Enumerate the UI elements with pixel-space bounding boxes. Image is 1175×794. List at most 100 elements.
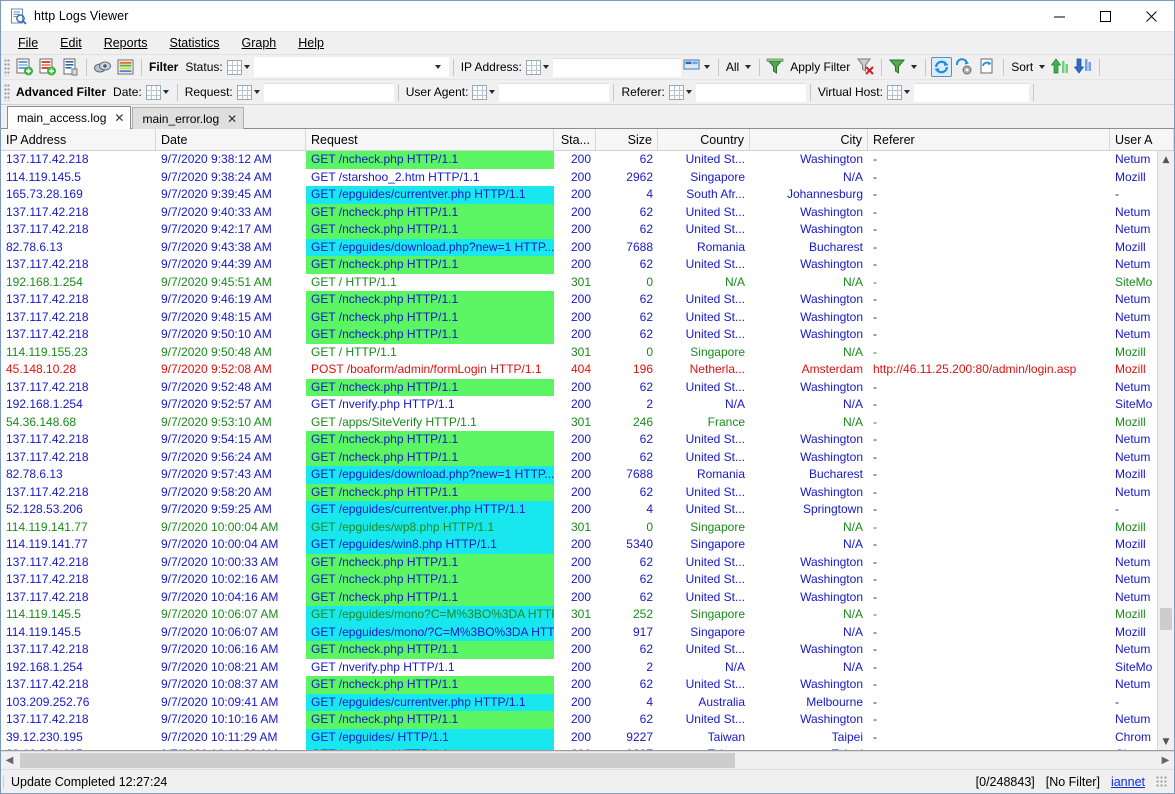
table-row[interactable]: 137.117.42.2189/7/2020 9:40:33 AMGET /nc… (1, 204, 1174, 222)
request-filter-input[interactable] (264, 83, 394, 102)
scroll-up-icon[interactable]: ▲ (1158, 151, 1175, 168)
status-chevron-down-icon[interactable] (244, 65, 250, 69)
add-log-icon[interactable] (14, 57, 35, 77)
table-row[interactable]: 137.117.42.2189/7/2020 9:44:39 AMGET /nc… (1, 256, 1174, 274)
funnel-icon[interactable] (765, 57, 786, 77)
horizontal-scrollbar[interactable]: ◀ ▶ (1, 751, 1174, 769)
advanced-filter-grip[interactable] (4, 84, 10, 101)
virtual-host-grid-icon[interactable] (887, 85, 902, 100)
table-row[interactable]: 114.119.141.779/7/2020 10:00:04 AMGET /e… (1, 519, 1174, 537)
funnel-dropdown-icon[interactable] (887, 57, 908, 77)
list-settings-icon[interactable] (115, 57, 136, 77)
column-header-referer[interactable]: Referer (868, 129, 1110, 150)
user-agent-grid-icon[interactable] (472, 85, 487, 100)
table-row[interactable]: 137.117.42.2189/7/2020 10:04:16 AMGET /n… (1, 589, 1174, 607)
column-header-request[interactable]: Request (306, 129, 554, 150)
table-row[interactable]: 137.117.42.2189/7/2020 9:48:15 AMGET /nc… (1, 309, 1174, 327)
ip-chevron-down-icon[interactable] (543, 65, 549, 69)
user-agent-filter-input[interactable] (499, 83, 609, 102)
table-row[interactable]: 137.117.42.2189/7/2020 10:10:16 AMGET /n… (1, 711, 1174, 729)
vertical-scrollbar[interactable]: ▲ ▼ (1157, 151, 1174, 750)
toolbar-grip[interactable] (4, 59, 10, 76)
tab-main-access-log-close-icon[interactable]: ✕ (114, 111, 124, 125)
close-button[interactable] (1128, 1, 1174, 32)
table-row[interactable]: 52.128.53.2069/7/2020 9:59:25 AMGET /epg… (1, 501, 1174, 519)
maximize-button[interactable] (1082, 1, 1128, 32)
table-row[interactable]: 137.117.42.2189/7/2020 9:52:48 AMGET /nc… (1, 379, 1174, 397)
status-filter-combo[interactable] (254, 57, 449, 77)
user-link[interactable]: iannet (1111, 775, 1145, 789)
status-combo-chevron-icon[interactable] (435, 65, 441, 69)
table-row[interactable]: 82.78.6.139/7/2020 9:57:43 AMGET /epguid… (1, 466, 1174, 484)
selection-chevron-icon[interactable] (704, 65, 710, 69)
remove-log-icon[interactable] (37, 57, 58, 77)
menu-graph[interactable]: Graph (231, 34, 288, 52)
user-agent-chevron-down-icon[interactable] (489, 90, 495, 94)
table-row[interactable]: 137.117.42.2189/7/2020 9:58:20 AMGET /nc… (1, 484, 1174, 502)
status-grid-icon[interactable] (227, 60, 242, 75)
table-row[interactable]: 39.12.230.1959/7/2020 10:11:29 AMGET /ep… (1, 746, 1174, 750)
table-row[interactable]: 45.148.10.289/7/2020 9:52:08 AMPOST /boa… (1, 361, 1174, 379)
horizontal-scroll-track[interactable] (18, 752, 1157, 769)
sort-ascending-icon[interactable] (1050, 57, 1071, 77)
referer-chevron-down-icon[interactable] (686, 90, 692, 94)
column-header-size[interactable]: Size (596, 129, 658, 150)
apply-filter-label[interactable]: Apply Filter (790, 60, 850, 74)
table-row[interactable]: 137.117.42.2189/7/2020 9:56:24 AMGET /nc… (1, 449, 1174, 467)
refresh-icon[interactable] (931, 57, 952, 77)
table-row[interactable]: 192.168.1.2549/7/2020 9:52:57 AMGET /nve… (1, 396, 1174, 414)
menu-help[interactable]: Help (287, 34, 335, 52)
table-row[interactable]: 137.117.42.2189/7/2020 10:06:16 AMGET /n… (1, 641, 1174, 659)
column-header-city[interactable]: City (750, 129, 868, 150)
column-header-user-agent[interactable]: User A (1110, 129, 1174, 150)
table-row[interactable]: 114.119.145.59/7/2020 9:38:24 AMGET /sta… (1, 169, 1174, 187)
sort-chevron-down-icon[interactable] (1039, 65, 1045, 69)
column-header-status[interactable]: Sta... (554, 129, 596, 150)
table-row[interactable]: 137.117.42.2189/7/2020 9:42:17 AMGET /nc… (1, 221, 1174, 239)
table-row[interactable]: 103.209.252.769/7/2020 10:09:41 AMGET /e… (1, 694, 1174, 712)
log-properties-icon[interactable] (60, 57, 81, 77)
horizontal-scroll-thumb[interactable] (20, 753, 735, 768)
view-icon[interactable] (92, 57, 113, 77)
table-row[interactable]: 114.119.141.779/7/2020 10:00:04 AMGET /e… (1, 536, 1174, 554)
minimize-button[interactable] (1036, 1, 1082, 32)
date-grid-icon[interactable] (146, 85, 161, 100)
clear-funnel-icon[interactable] (855, 57, 876, 77)
table-row[interactable]: 137.117.42.2189/7/2020 9:38:12 AMGET /nc… (1, 151, 1174, 169)
virtual-host-filter-input[interactable] (914, 83, 1029, 102)
referer-filter-input[interactable] (696, 83, 806, 102)
ip-address-input[interactable] (553, 58, 681, 77)
table-row[interactable]: 114.119.145.59/7/2020 10:06:07 AMGET /ep… (1, 606, 1174, 624)
menu-reports[interactable]: Reports (93, 34, 159, 52)
table-row[interactable]: 165.73.28.1699/7/2020 9:39:45 AMGET /epg… (1, 186, 1174, 204)
referer-grid-icon[interactable] (669, 85, 684, 100)
table-row[interactable]: 82.78.6.139/7/2020 9:43:38 AMGET /epguid… (1, 239, 1174, 257)
table-row[interactable]: 192.168.1.2549/7/2020 10:08:21 AMGET /nv… (1, 659, 1174, 677)
menu-statistics[interactable]: Statistics (158, 34, 230, 52)
scroll-left-icon[interactable]: ◀ (1, 752, 18, 769)
refresh-settings-icon[interactable] (954, 57, 975, 77)
resize-grip-icon[interactable] (1156, 776, 1168, 788)
scroll-right-icon[interactable]: ▶ (1157, 752, 1174, 769)
table-row[interactable]: 54.36.148.689/7/2020 9:53:10 AMGET /apps… (1, 414, 1174, 432)
all-dropdown-label[interactable]: All (726, 60, 739, 74)
page-refresh-icon[interactable] (977, 57, 998, 77)
table-row[interactable]: 192.168.1.2549/7/2020 9:45:51 AMGET / HT… (1, 274, 1174, 292)
table-row[interactable]: 137.117.42.2189/7/2020 9:54:15 AMGET /nc… (1, 431, 1174, 449)
column-header-ip-address[interactable]: IP Address (1, 129, 156, 150)
funnel-chevron-down-icon[interactable] (911, 65, 917, 69)
ip-grid-icon[interactable] (526, 60, 541, 75)
tab-main-access-log[interactable]: main_access.log ✕ (7, 106, 131, 129)
date-chevron-down-icon[interactable] (163, 90, 169, 94)
column-header-date[interactable]: Date (156, 129, 306, 150)
table-row[interactable]: 137.117.42.2189/7/2020 10:02:16 AMGET /n… (1, 571, 1174, 589)
table-row[interactable]: 114.119.155.239/7/2020 9:50:48 AMGET / H… (1, 344, 1174, 362)
tab-main-error-log[interactable]: main_error.log ✕ (132, 107, 244, 129)
table-row[interactable]: 137.117.42.2189/7/2020 9:46:19 AMGET /nc… (1, 291, 1174, 309)
scroll-down-icon[interactable]: ▼ (1158, 733, 1175, 750)
selection-icon[interactable] (682, 57, 701, 77)
request-grid-icon[interactable] (237, 85, 252, 100)
column-header-country[interactable]: Country (658, 129, 750, 150)
vertical-scroll-thumb[interactable] (1160, 608, 1172, 630)
menu-file[interactable]: File (7, 34, 49, 52)
